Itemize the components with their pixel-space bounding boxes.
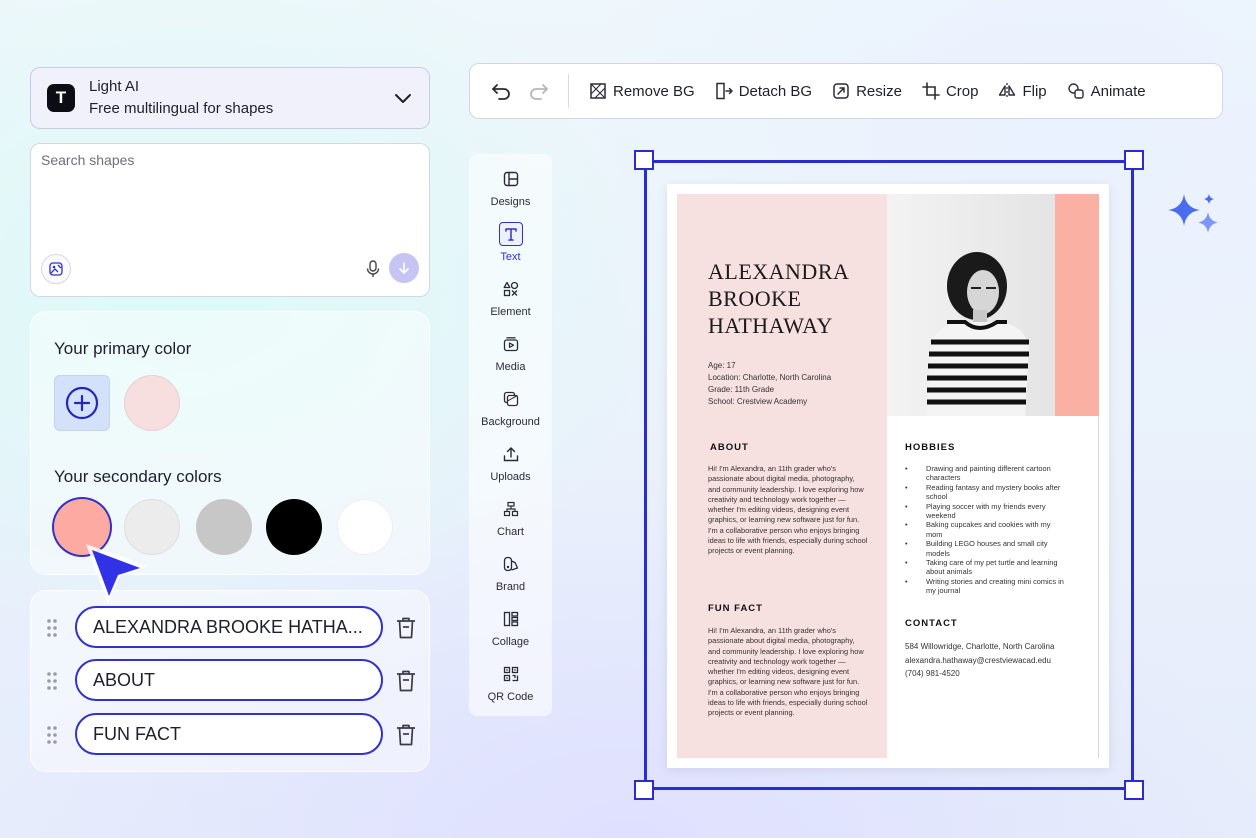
- resize-handle-top-right[interactable]: [1124, 150, 1144, 170]
- animate-button[interactable]: Animate: [1057, 71, 1156, 111]
- crop-icon: [922, 82, 940, 100]
- image-edit-icon: [49, 262, 63, 276]
- model-selector[interactable]: T Light AI Free multilingual for shapes: [30, 67, 430, 129]
- detach-bg-icon: [715, 82, 733, 100]
- rail-item-uploads[interactable]: Uploads: [469, 429, 552, 484]
- element-icon: [499, 277, 523, 301]
- undo-icon: [492, 84, 510, 100]
- resize-handle-top-left[interactable]: [634, 150, 654, 170]
- cursor-pointer-icon: [86, 544, 148, 604]
- remove-bg-label: Remove BG: [613, 82, 695, 100]
- submit-button[interactable]: [389, 253, 419, 283]
- rail-label-brand: Brand: [495, 581, 526, 593]
- rail-label-element: Element: [490, 306, 531, 318]
- layer-row: FUN FACT: [31, 713, 431, 757]
- add-color-button[interactable]: [54, 375, 110, 431]
- detach-bg-button[interactable]: Detach BG: [705, 71, 822, 111]
- search-input[interactable]: [41, 152, 419, 242]
- tool-rail: Designs Text Element Media Background Up…: [469, 154, 552, 716]
- top-toolbar: Remove BG Detach BG Resize Crop Flip Ani…: [469, 63, 1223, 119]
- rail-item-collage[interactable]: Collage: [469, 594, 552, 649]
- resize-label: Resize: [856, 82, 902, 100]
- model-description: Free multilingual for shapes: [89, 100, 274, 117]
- remove-bg-button[interactable]: Remove BG: [579, 71, 705, 111]
- sparkle-icon: [1168, 194, 1218, 233]
- rail-label-collage: Collage: [491, 636, 530, 648]
- redo-button[interactable]: [526, 78, 552, 104]
- background-icon: [499, 387, 523, 411]
- animate-label: Animate: [1090, 82, 1146, 100]
- secondary-color-swatch[interactable]: [337, 499, 393, 555]
- chart-icon: [499, 497, 523, 521]
- rail-item-background[interactable]: Background: [469, 374, 552, 429]
- crop-button[interactable]: Crop: [912, 71, 989, 111]
- plus-circle-icon: [65, 386, 99, 420]
- primary-color-title: Your primary color: [54, 339, 192, 358]
- detach-bg-label: Detach BG: [738, 82, 813, 100]
- secondary-color-swatch[interactable]: [196, 499, 252, 555]
- crop-label: Crop: [945, 82, 979, 100]
- secondary-colors-title: Your secondary colors: [54, 467, 222, 486]
- model-name: Light AI: [89, 78, 140, 95]
- animate-icon: [1067, 83, 1084, 99]
- text-icon: [498, 222, 523, 246]
- rail-label-text: Text: [500, 251, 521, 263]
- rail-item-designs[interactable]: Designs: [469, 154, 552, 209]
- flip-icon: [999, 83, 1016, 99]
- selection-frame[interactable]: [644, 160, 1134, 790]
- toolbar-divider: [568, 74, 569, 108]
- microphone-icon[interactable]: [365, 260, 381, 278]
- resize-icon: [833, 83, 849, 99]
- rail-label-chart: Chart: [497, 526, 524, 538]
- trash-icon[interactable]: [395, 616, 417, 640]
- undo-button[interactable]: [488, 78, 514, 104]
- primary-color-swatch[interactable]: [124, 375, 180, 431]
- designs-icon: [499, 167, 523, 191]
- rail-label-media: Media: [495, 361, 526, 373]
- layer-row: ABOUT: [31, 659, 431, 703]
- rail-label-background: Background: [481, 416, 540, 428]
- drag-handle-icon[interactable]: [45, 724, 59, 746]
- layer-text-field[interactable]: ABOUT: [75, 659, 383, 701]
- trash-icon[interactable]: [395, 669, 417, 693]
- media-icon: [499, 332, 523, 356]
- rail-label-qr-code: QR Code: [487, 691, 534, 703]
- rail-item-media[interactable]: Media: [469, 319, 552, 374]
- redo-icon: [530, 84, 548, 100]
- resize-handle-bottom-left[interactable]: [634, 780, 654, 800]
- rail-item-element[interactable]: Element: [469, 264, 552, 319]
- flip-label: Flip: [1022, 82, 1047, 100]
- collage-icon: [499, 607, 523, 631]
- rail-item-brand[interactable]: Brand: [469, 539, 552, 594]
- flip-button[interactable]: Flip: [988, 71, 1056, 111]
- trash-icon[interactable]: [395, 723, 417, 747]
- resize-button[interactable]: Resize: [822, 71, 912, 111]
- image-prompt-button[interactable]: [41, 254, 71, 284]
- rail-label-designs: Designs: [490, 196, 531, 208]
- qr-code-icon: [499, 662, 523, 686]
- drag-handle-icon[interactable]: [45, 617, 59, 639]
- arrow-down-icon: [399, 262, 409, 274]
- resize-handle-bottom-right[interactable]: [1124, 780, 1144, 800]
- remove-bg-icon: [590, 83, 606, 99]
- rail-label-uploads: Uploads: [490, 471, 531, 483]
- rail-item-qr-code[interactable]: QR Code: [469, 649, 552, 704]
- drag-handle-icon[interactable]: [45, 670, 59, 692]
- light-ai-logo: T: [47, 84, 75, 112]
- colors-panel: Your primary color Your secondary colors: [30, 311, 430, 575]
- chevron-down-icon[interactable]: [393, 88, 413, 108]
- secondary-color-swatch[interactable]: [266, 499, 322, 555]
- rail-item-text[interactable]: Text: [469, 209, 552, 264]
- upload-icon: [499, 442, 523, 466]
- brand-icon: [499, 552, 523, 576]
- layer-text-field[interactable]: FUN FACT: [75, 713, 383, 755]
- search-panel: [30, 143, 430, 297]
- rail-item-chart[interactable]: Chart: [469, 484, 552, 539]
